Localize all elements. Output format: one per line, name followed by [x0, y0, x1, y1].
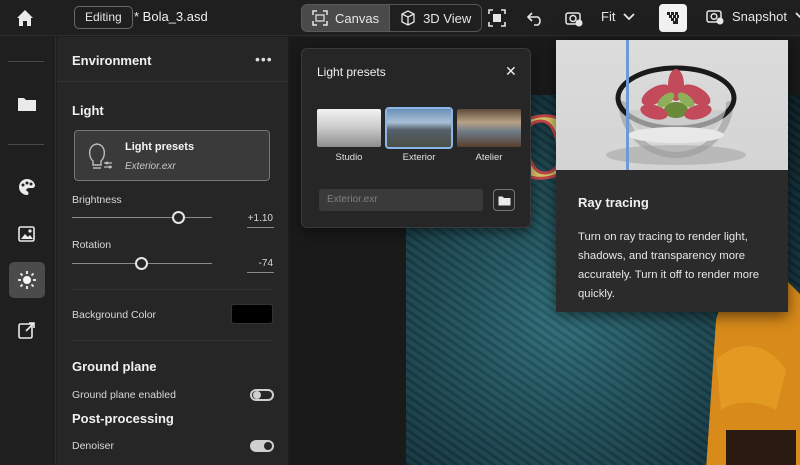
snapshot-label: Snapshot [732, 8, 787, 24]
ray-tracing-icon [667, 12, 679, 24]
studio-thumbnail [317, 109, 381, 147]
environment-light-icon[interactable] [9, 262, 45, 298]
panel-divider [72, 289, 272, 290]
images-icon[interactable] [14, 221, 40, 247]
ground-plane-enabled-label: Ground plane enabled [72, 389, 176, 401]
chevron-down-icon [795, 12, 800, 19]
denoiser-toggle[interactable] [250, 440, 274, 452]
popover-title: Light presets [317, 65, 386, 79]
tooltip-body: Turn on ray tracing to render light, sha… [578, 231, 760, 300]
top-toolbar: Editing * Bola_3.asd Canvas 3D View Fit [0, 0, 800, 36]
preset-label: Atelier [475, 152, 503, 163]
tab-canvas[interactable]: Canvas [301, 4, 391, 32]
ray-tracing-toggle-button[interactable] [659, 4, 687, 32]
document-title: * Bola_3.asd [134, 9, 208, 24]
undo-icon[interactable] [526, 8, 546, 28]
folder-icon [498, 196, 511, 206]
editing-status-badge[interactable]: Editing [74, 6, 133, 29]
brightness-value-underline [247, 227, 274, 228]
comparison-split-handle [626, 40, 629, 170]
camera-settings-icon[interactable] [564, 8, 584, 28]
denoiser-label: Denoiser [72, 440, 115, 452]
folder-icon[interactable] [14, 91, 40, 117]
brightness-value[interactable]: +1.10 [247, 213, 273, 224]
brightness-slider[interactable] [72, 211, 212, 225]
panel-divider [72, 340, 272, 341]
light-presets-card-title: Light presets [125, 141, 195, 153]
fit-frame-icon[interactable] [487, 8, 507, 28]
rotation-value[interactable]: -74 [247, 258, 273, 269]
snapshot-button[interactable]: Snapshot [706, 7, 800, 25]
tooltip-title: Ray tracing [578, 195, 649, 210]
exterior-thumbnail [385, 107, 453, 149]
ground-plane-section-heading: Ground plane [72, 359, 157, 374]
brightness-handle[interactable] [172, 211, 186, 224]
light-presets-popover: Light presets ✕ Studio Exterior Atelier … [301, 48, 531, 228]
light-presets-card-file: Exterior.exr [125, 161, 176, 172]
export-icon[interactable] [14, 317, 40, 343]
ground-plane-toggle[interactable] [250, 389, 274, 401]
preset-atelier[interactable]: Atelier [457, 109, 521, 163]
rotation-label: Rotation [72, 239, 112, 251]
cube-icon [401, 10, 415, 26]
preset-label: Exterior [402, 152, 436, 163]
panel-divider [57, 81, 288, 82]
preset-studio[interactable]: Studio [317, 109, 381, 163]
rotation-value-underline [247, 272, 274, 273]
home-icon[interactable] [14, 7, 36, 29]
ray-tracing-preview-image [556, 40, 788, 170]
background-color-swatch[interactable] [231, 304, 273, 324]
light-section-heading: Light [72, 103, 104, 118]
atelier-thumbnail [457, 109, 521, 147]
zoom-dropdown[interactable]: Fit [601, 9, 636, 24]
rail-divider [8, 144, 44, 145]
view-switcher: Canvas 3D View [301, 4, 483, 32]
close-icon[interactable]: ✕ [505, 63, 517, 80]
canvas-icon [312, 10, 328, 26]
light-presets-card[interactable]: Light presets Exterior.exr [74, 130, 270, 181]
ray-tracing-tooltip: Ray tracing Turn on ray tracing to rende… [556, 40, 788, 312]
background-color-label: Background Color [72, 309, 157, 321]
lightbulb-icon [88, 143, 112, 169]
rotation-handle[interactable] [134, 257, 148, 270]
tab-canvas-label: Canvas [335, 10, 380, 26]
snapshot-icon [706, 10, 724, 25]
post-processing-section-heading: Post-processing [72, 411, 174, 426]
chevron-down-icon [623, 12, 636, 20]
rotation-slider[interactable] [72, 257, 212, 271]
materials-palette-icon[interactable] [14, 174, 40, 200]
preset-exterior[interactable]: Exterior [385, 107, 453, 163]
zoom-label: Fit [601, 9, 616, 24]
left-tool-rail [0, 37, 56, 465]
preset-label: Studio [335, 152, 363, 163]
browse-folder-button[interactable] [493, 189, 515, 211]
tab-3d-view-label: 3D View [423, 10, 472, 26]
brightness-track [72, 217, 212, 218]
light-file-field[interactable]: Exterior.exr [319, 189, 483, 211]
tab-3d-view[interactable]: 3D View [390, 4, 483, 32]
more-options-icon[interactable]: ••• [255, 51, 273, 67]
panel-title: Environment [72, 53, 152, 68]
rail-divider [8, 61, 44, 62]
environment-panel: Environment ••• Light Light presets Exte… [57, 37, 288, 465]
brightness-label: Brightness [72, 194, 122, 206]
